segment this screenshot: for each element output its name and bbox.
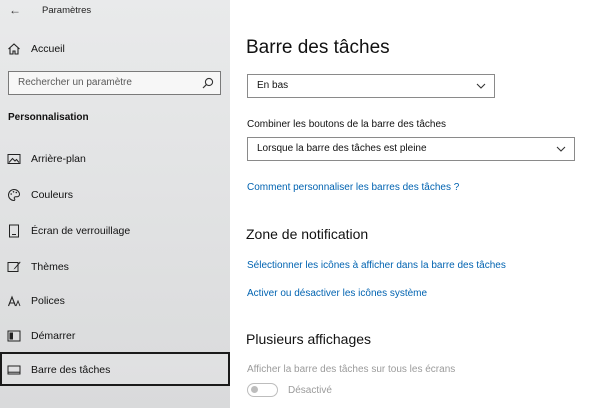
sidebar-item-label: Thèmes (31, 261, 69, 273)
image-icon (7, 154, 21, 164)
sidebar-item-themes[interactable]: Thèmes (0, 252, 230, 282)
system-icons-link[interactable]: Activer ou désactiver les icônes système (247, 288, 427, 299)
back-arrow-icon[interactable]: ← (9, 3, 21, 17)
sidebar-item-start[interactable]: Démarrer (0, 321, 230, 351)
select-taskbar-icons-link[interactable]: Sélectionner les icônes à afficher dans … (247, 260, 506, 271)
sidebar-item-background[interactable]: Arrière-plan (0, 144, 230, 174)
customize-taskbar-link[interactable]: Comment personnaliser les barres des tâc… (247, 182, 459, 193)
sidebar-item-label: Écran de verrouillage (31, 225, 131, 237)
title-bar: ← Paramètres (0, 0, 230, 24)
combine-buttons-select[interactable]: Lorsque la barre des tâches est pleine (247, 137, 575, 161)
combine-label: Combiner les boutons de la barre des tâc… (247, 119, 447, 130)
font-icon (7, 295, 21, 307)
sidebar-item-lock-screen[interactable]: Écran de verrouillage (0, 216, 230, 246)
lock-screen-icon (9, 224, 19, 238)
page-title: Barre des tâches (246, 37, 390, 58)
chevron-down-icon (476, 83, 486, 89)
home-icon (8, 43, 20, 55)
sidebar-item-fonts[interactable]: Polices (0, 286, 230, 316)
sidebar-item-label: Démarrer (31, 330, 76, 342)
notification-area-heading: Zone de notification (246, 226, 369, 242)
sidebar-item-label: Couleurs (31, 189, 74, 201)
search-icon[interactable] (202, 77, 214, 89)
sidebar: ← Paramètres Accueil Rechercher un param… (0, 0, 230, 408)
sidebar-item-colors[interactable]: Couleurs (0, 180, 230, 210)
sidebar-item-home[interactable]: Accueil (0, 38, 230, 60)
window-title: Paramètres (42, 5, 92, 16)
search-placeholder: Rechercher un paramètre (18, 77, 132, 88)
toggle-knob (251, 386, 258, 393)
sidebar-item-label: Arrière-plan (31, 153, 86, 165)
multiple-displays-heading: Plusieurs affichages (246, 331, 372, 347)
sidebar-item-label: Accueil (31, 43, 65, 55)
select-value: En bas (257, 80, 289, 91)
show-all-displays-toggle[interactable] (247, 383, 278, 397)
select-value: Lorsque la barre des tâches est pleine (257, 143, 427, 154)
search-input[interactable]: Rechercher un paramètre (8, 71, 221, 95)
show-all-displays-label: Afficher la barre des tâches sur tous le… (247, 364, 456, 375)
main-panel: Barre des tâches En bas Combiner les bou… (230, 0, 600, 408)
palette-icon (8, 188, 21, 202)
sidebar-item-label: Polices (31, 295, 65, 307)
sidebar-item-label: Barre des tâches (31, 364, 111, 376)
start-icon (7, 330, 21, 342)
brush-icon (7, 261, 21, 272)
taskbar-position-select[interactable]: En bas (247, 74, 495, 98)
chevron-down-icon (556, 146, 566, 152)
toggle-state-label: Désactivé (288, 385, 332, 396)
taskbar-icon (7, 365, 21, 375)
section-title: Personnalisation (8, 112, 89, 123)
sidebar-item-taskbar[interactable]: Barre des tâches (0, 352, 230, 386)
